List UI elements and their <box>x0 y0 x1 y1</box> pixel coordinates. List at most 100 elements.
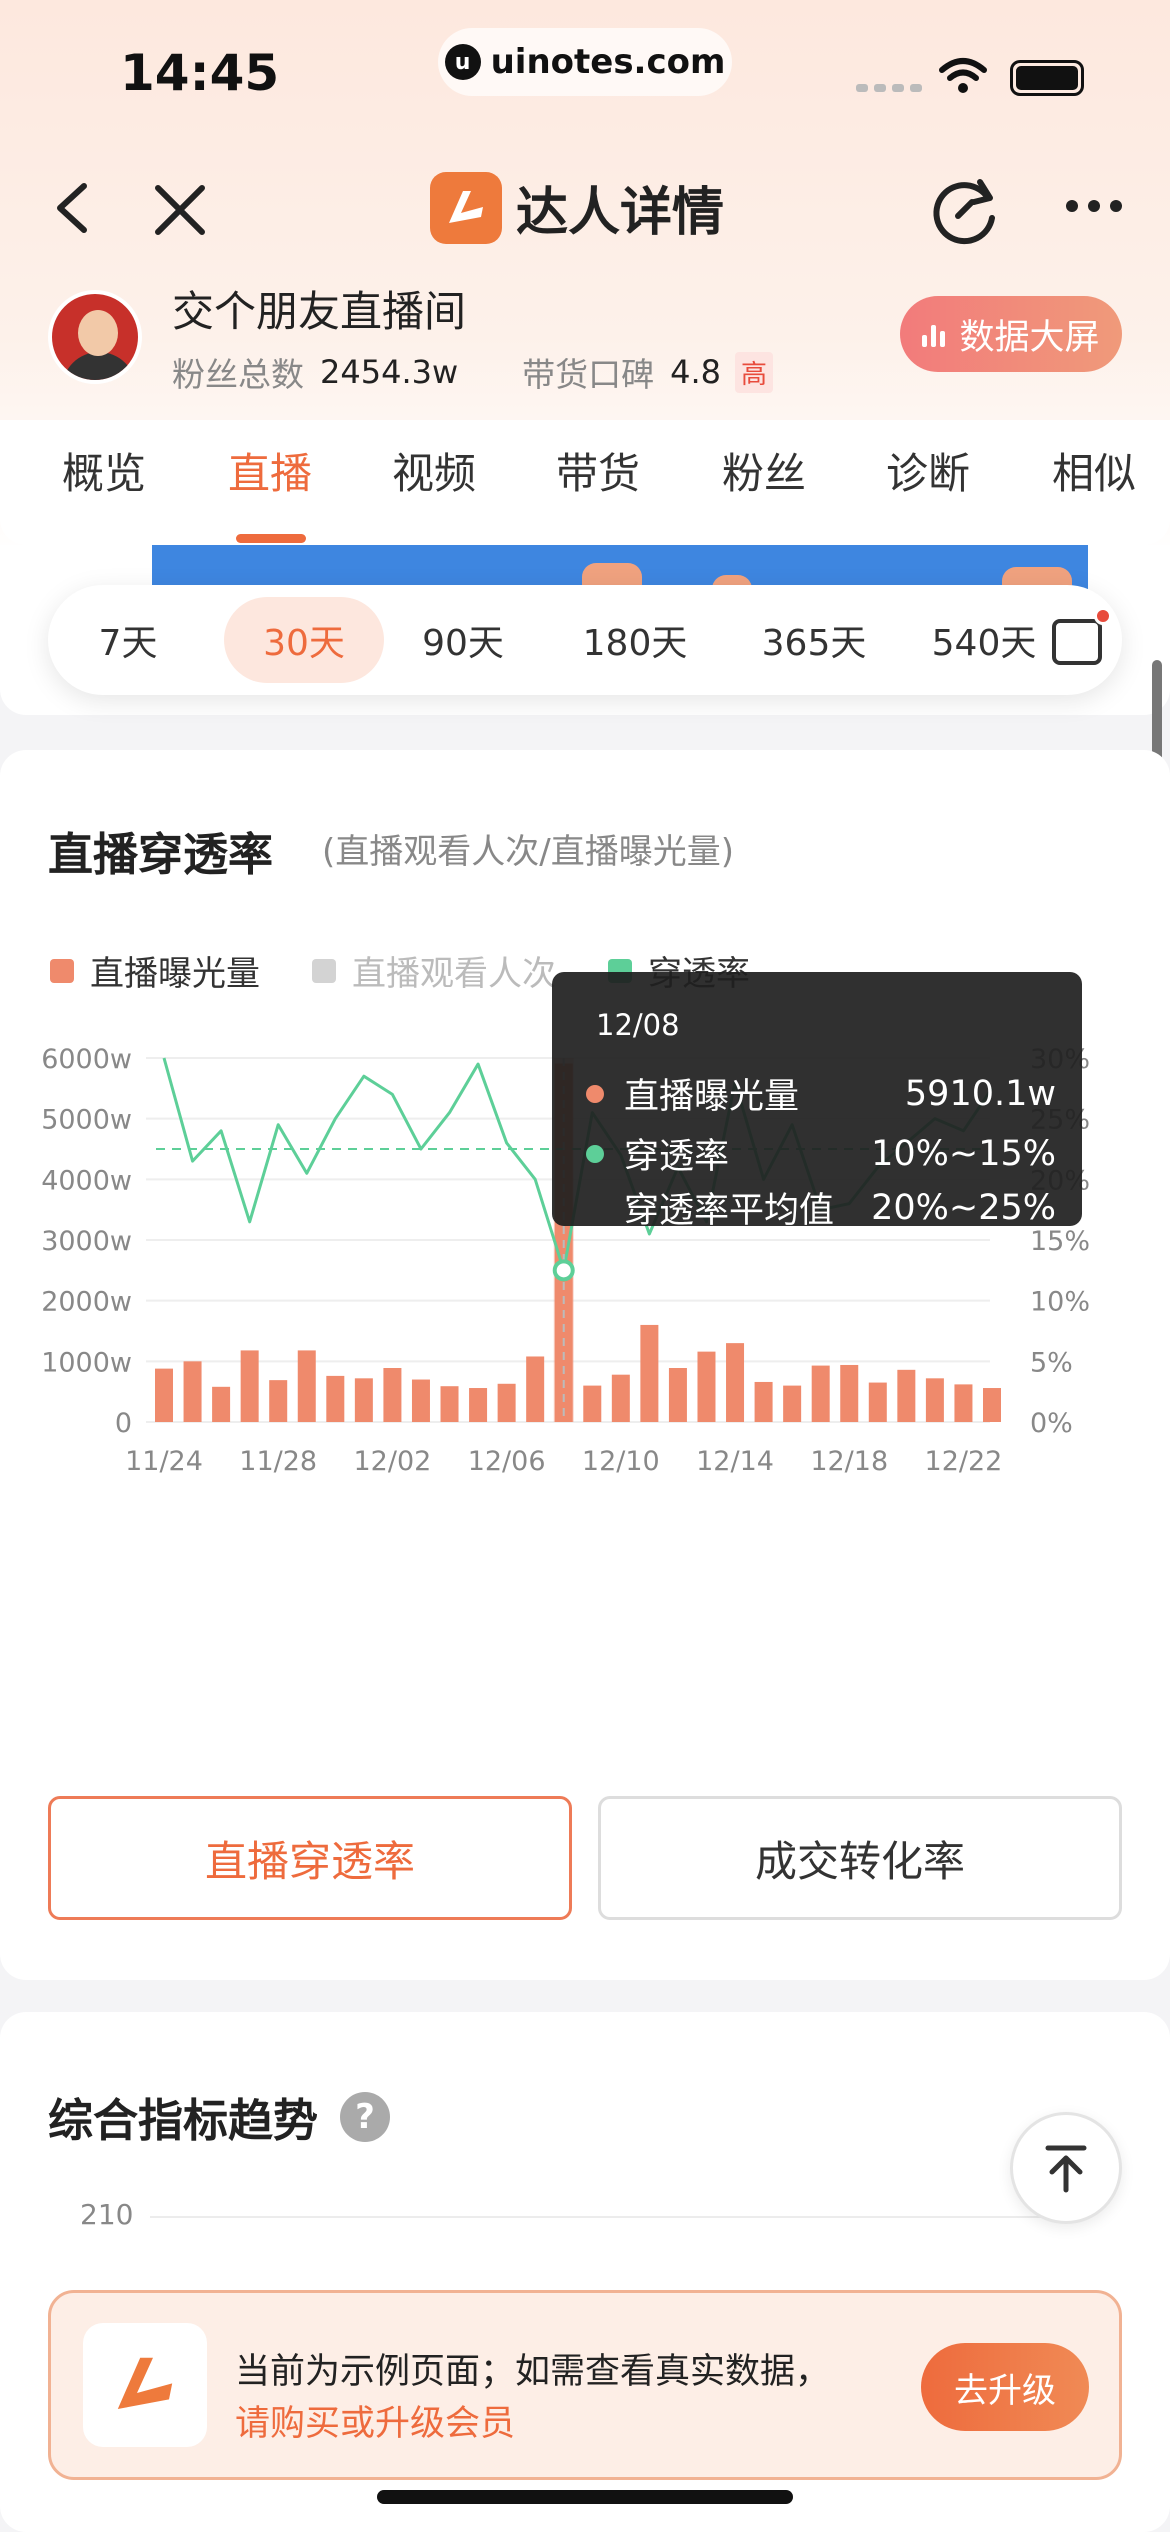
url-pill[interactable]: u uinotes.com <box>438 28 732 96</box>
tooltip-row-rate: 穿透率 10%~15% <box>586 1128 1056 1179</box>
chart-tooltip: 12/08 直播曝光量 5910.1w 穿透率 10%~15% 穿透率平均值 2… <box>552 972 1082 1231</box>
y-right-tick-label: 5% <box>1030 1347 1073 1378</box>
legend-exposure-label: 直播曝光量 <box>90 954 260 994</box>
x-tick-label: 12/22 <box>925 1446 1003 1477</box>
trend-gridline <box>150 2216 1070 2218</box>
legend-views-label: 直播观看人次 <box>352 954 556 994</box>
legend-views[interactable]: 直播观看人次 <box>312 946 556 995</box>
x-tick-label: 11/28 <box>239 1446 317 1477</box>
back-to-top-button[interactable] <box>1010 2112 1122 2224</box>
tooltip-date: 12/08 <box>596 1008 680 1042</box>
bar-exposure <box>155 1368 173 1422</box>
bar-exposure <box>697 1351 716 1422</box>
tooltip-rate-dot <box>586 1144 604 1163</box>
back-icon[interactable] <box>44 178 104 238</box>
banner-text-1: 当前为示例页面；如需查看真实数据， <box>235 2352 831 2392</box>
bar-exposure <box>726 1343 745 1422</box>
bar-exposure <box>440 1386 459 1422</box>
conversion-rate-button[interactable]: 成交转化率 <box>598 1796 1122 1920</box>
x-tick-label: 12/18 <box>810 1446 888 1477</box>
data-screen-label: 数据大屏 <box>959 317 1100 358</box>
tooltip-row-exposure: 直播曝光量 5910.1w <box>586 1068 1056 1119</box>
tab-fans[interactable]: 粉丝 <box>722 440 806 501</box>
reputation-tag: 高 <box>735 351 774 393</box>
range-540d[interactable]: 540天 <box>924 585 1044 695</box>
y-right-tick-label: 10% <box>1030 1287 1090 1318</box>
y-left-tick-label: 4000w <box>41 1165 132 1196</box>
app-logo-icon <box>430 171 502 244</box>
fans-label: 粉丝总数 <box>172 355 304 394</box>
range-180d[interactable]: 180天 <box>570 585 700 695</box>
profile-header: 交个朋友直播间 粉丝总数 2454.3w 带货口碑 4.8 高 数据大屏 <box>0 270 1170 400</box>
data-screen-button[interactable]: 数据大屏 <box>900 296 1122 372</box>
legend-exposure[interactable]: 直播曝光量 <box>50 946 260 995</box>
trend-y-tick: 210 <box>80 2198 134 2231</box>
bar-exposure <box>354 1378 373 1422</box>
penetration-rate-button[interactable]: 直播穿透率 <box>48 1796 572 1920</box>
bar-exposure <box>497 1383 516 1422</box>
range-365d[interactable]: 365天 <box>744 585 884 695</box>
rate-point-highlight <box>552 1259 575 1282</box>
date-range-picker: 7天 30天 90天 180天 365天 540天 <box>48 585 1122 695</box>
arrow-up-icon <box>1045 2145 1087 2193</box>
active-tab-indicator <box>236 534 306 543</box>
avatar[interactable] <box>48 290 142 384</box>
x-tick-label: 12/14 <box>696 1446 774 1477</box>
x-tick-label: 12/02 <box>354 1446 432 1477</box>
tab-overview[interactable]: 概览 <box>62 440 146 501</box>
banner-text-2[interactable]: 请购买或升级会员 <box>235 2395 515 2446</box>
bar-exposure <box>783 1385 802 1422</box>
bar-exposure <box>469 1388 488 1422</box>
status-time: 14:45 <box>120 44 280 102</box>
y-left-tick-label: 2000w <box>41 1287 132 1318</box>
upgrade-banner: 当前为示例页面；如需查看真实数据， 请购买或升级会员 去升级 <box>48 2290 1122 2480</box>
reputation-label: 带货口碑 <box>522 355 655 394</box>
tooltip-exposure-value: 5910.1w <box>904 1073 1056 1114</box>
refresh-icon[interactable] <box>928 172 1004 248</box>
tab-diagnosis[interactable]: 诊断 <box>886 440 970 501</box>
tooltip-average-label: 穿透率平均值 <box>624 1191 835 1231</box>
bar-exposure <box>269 1380 288 1422</box>
fans-value: 2454.3w <box>320 353 459 391</box>
metric-toggle: 直播穿透率 成交转化率 <box>48 1796 1122 1920</box>
bar-exposure <box>811 1365 830 1422</box>
section-tabs: 概览 直播 视频 带货 粉丝 诊断 相似 <box>0 420 1170 545</box>
range-30d[interactable]: 30天 <box>224 597 384 683</box>
tab-live[interactable]: 直播 <box>228 440 312 501</box>
nav-bar: 达人详情 <box>0 160 1170 260</box>
bar-exposure <box>411 1379 430 1422</box>
more-icon[interactable] <box>1066 200 1122 212</box>
page-title: 达人详情 <box>430 170 724 245</box>
bar-exposure <box>183 1361 202 1422</box>
tooltip-rate-value: 10%~15% <box>871 1133 1056 1174</box>
reputation-value: 4.8 <box>670 353 722 391</box>
y-left-tick-label: 0 <box>115 1408 132 1439</box>
wifi-icon <box>939 58 987 93</box>
range-90d[interactable]: 90天 <box>408 585 518 695</box>
bar-exposure <box>383 1368 402 1422</box>
penetration-title: 直播穿透率 <box>48 828 274 881</box>
help-icon[interactable]: ? <box>340 2091 391 2142</box>
close-icon[interactable] <box>148 178 212 242</box>
upgrade-button[interactable]: 去升级 <box>921 2343 1089 2431</box>
bar-exposure <box>640 1324 659 1422</box>
tooltip-row-average: 穿透率平均值 20%~25% <box>586 1182 1056 1233</box>
bar-exposure <box>868 1382 887 1422</box>
bar-exposure <box>297 1350 316 1422</box>
y-right-tick-label: 0% <box>1030 1408 1073 1439</box>
banner-logo-icon <box>83 2323 207 2447</box>
x-tick-label: 11/24 <box>125 1446 203 1477</box>
calendar-icon[interactable] <box>1052 607 1112 665</box>
penetration-subtitle: (直播观看人次/直播曝光量) <box>322 832 734 872</box>
site-logo-icon: u <box>444 44 481 80</box>
status-bar: 14:45 u uinotes.com <box>0 0 1170 150</box>
tab-video[interactable]: 视频 <box>392 440 476 501</box>
range-7d[interactable]: 7天 <box>78 585 178 695</box>
y-left-tick-label: 1000w <box>41 1347 132 1378</box>
y-left-tick-label: 3000w <box>41 1226 132 1257</box>
streamer-name: 交个朋友直播间 <box>172 287 467 336</box>
bar-exposure <box>754 1381 773 1422</box>
tab-goods[interactable]: 带货 <box>556 440 640 501</box>
bar-exposure <box>583 1385 602 1422</box>
tab-similar[interactable]: 相似 <box>1052 440 1136 501</box>
